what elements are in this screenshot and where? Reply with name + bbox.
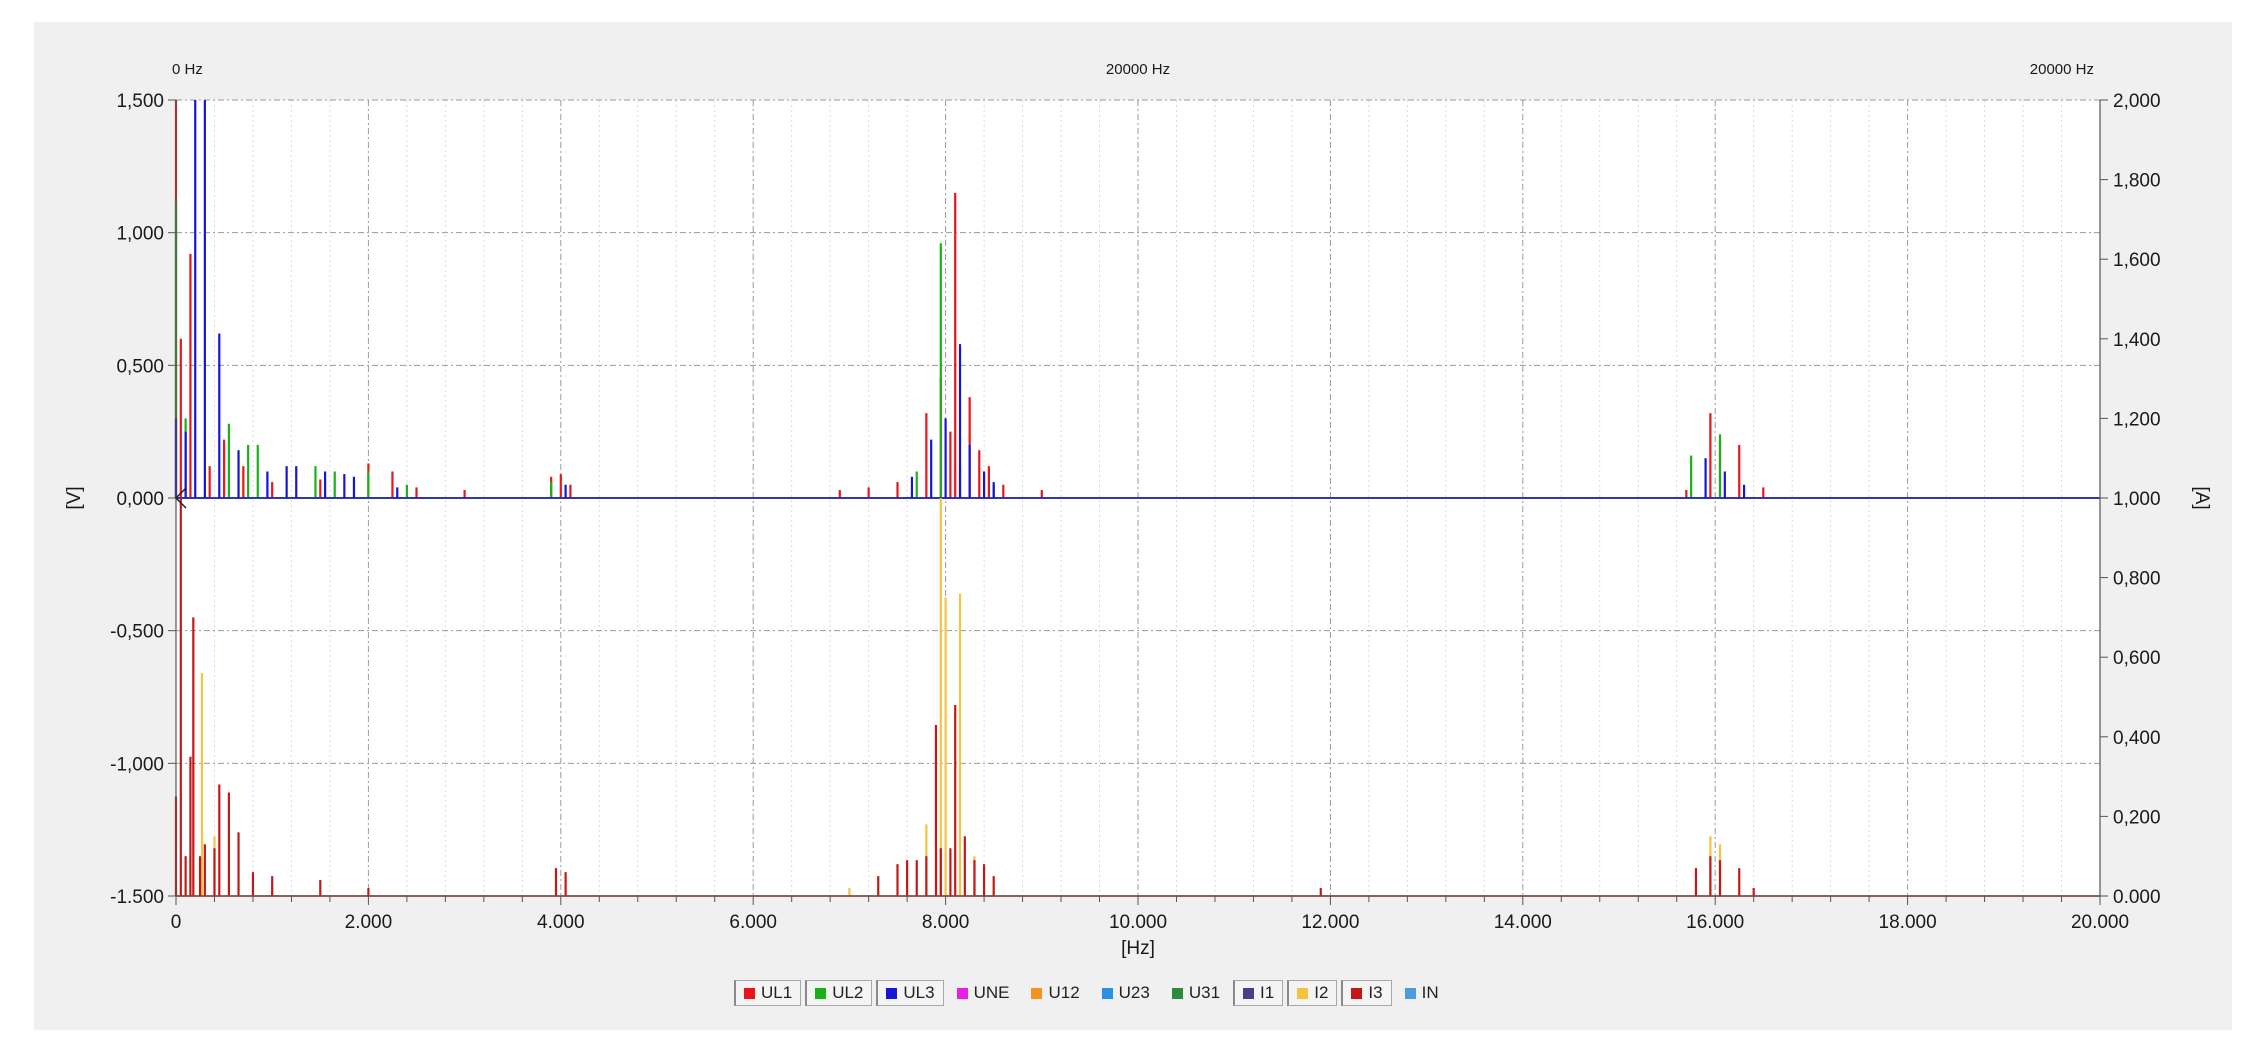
x-axis-title: [Hz]: [1121, 938, 1155, 959]
legend-swatch: [1243, 987, 1255, 999]
legend-label: UL3: [903, 983, 935, 1002]
y-tick-label-right: 2,000: [2113, 91, 2161, 112]
y-axis-title-right: [A]: [2191, 486, 2212, 509]
y-tick-label-left: 1,500: [116, 91, 164, 112]
legend-swatch: [1031, 987, 1043, 999]
x-tick-label: 18.000: [1879, 912, 1937, 933]
legend-swatch: [886, 987, 898, 999]
y-tick-label-left: 1,000: [116, 224, 164, 245]
y-tick-label-right: 1,600: [2113, 250, 2161, 271]
y-tick-label-right: 1,400: [2113, 330, 2161, 351]
legend-item-i3[interactable]: I3: [1341, 980, 1392, 1006]
x-tick-label: 12.000: [1301, 912, 1359, 933]
legend-item-i2[interactable]: I2: [1287, 980, 1338, 1006]
legend-item-in[interactable]: IN: [1396, 980, 1448, 1006]
x-tick-label: 20.000: [2071, 912, 2129, 933]
legend-swatch: [1404, 987, 1416, 999]
legend-label: U23: [1118, 983, 1150, 1002]
x-tick-label: 4.000: [537, 912, 585, 933]
chart-legend: UL1 UL2 UL3 UNE U12 U23 U31 I1 I2 I3 IN: [734, 980, 1448, 1006]
x-tick-label: 8.000: [922, 912, 970, 933]
legend-label: U31: [1188, 983, 1221, 1002]
y-tick-label-right: 1,200: [2113, 409, 2161, 430]
legend-item-ul3[interactable]: UL3: [876, 980, 944, 1006]
y-tick-label-right: 0,200: [2113, 807, 2161, 828]
top-label-center: 20000 Hz: [1106, 61, 1170, 78]
legend-item-u12[interactable]: U12: [1022, 980, 1088, 1006]
y-tick-label-left: -0,500: [110, 622, 164, 643]
y-tick-label-right: 0,600: [2113, 648, 2161, 669]
legend-swatch: [1101, 987, 1113, 999]
y-tick-label-right: 0,400: [2113, 728, 2161, 749]
y-tick-label-left: -1,000: [110, 754, 164, 775]
y-tick-label-right: 1,800: [2113, 171, 2161, 192]
spectrum-chart[interactable]: 0 2.000 4.000 6.000 8.000 10.000 12.000 14.000 1…: [34, 22, 2232, 1030]
y-axis-title-left: [V]: [64, 486, 85, 509]
y-tick-label-left: 0,000: [116, 489, 164, 510]
legend-item-u31[interactable]: U31: [1163, 980, 1229, 1006]
legend-item-ul2[interactable]: UL2: [805, 980, 873, 1006]
top-label-left: 0 Hz: [172, 61, 203, 78]
x-tick-label: 6.000: [729, 912, 777, 933]
legend-label: I2: [1314, 983, 1329, 1002]
legend-label: UL1: [761, 983, 793, 1002]
legend-swatch: [1351, 987, 1363, 999]
y-tick-label-left: 0,500: [116, 356, 164, 377]
x-tick-label: 2.000: [345, 912, 393, 933]
legend-label: U12: [1048, 983, 1080, 1002]
y-tick-label-right: 1,000: [2113, 489, 2161, 510]
x-tick-label: 0: [171, 912, 182, 933]
y-tick-label-right: 0,800: [2113, 569, 2161, 590]
legend-swatch: [1171, 987, 1183, 999]
x-tick-label: 10.000: [1109, 912, 1167, 933]
top-label-right: 20000 Hz: [2030, 61, 2094, 78]
y-tick-label-right: 0.000: [2113, 887, 2161, 908]
legend-label: IN: [1421, 983, 1439, 1002]
spectrum-chart-panel: 0 2.000 4.000 6.000 8.000 10.000 12.000 14.000 1…: [34, 22, 2232, 1030]
legend-item-ul1[interactable]: UL1: [734, 980, 802, 1006]
legend-swatch: [815, 987, 827, 999]
legend-label: UNE: [973, 983, 1010, 1002]
x-tick-label: 14.000: [1494, 912, 1552, 933]
legend-swatch: [1297, 987, 1309, 999]
legend-item-u23[interactable]: U23: [1093, 980, 1159, 1006]
legend-swatch: [956, 987, 968, 999]
legend-item-i1[interactable]: I1: [1233, 980, 1284, 1006]
y-tick-label-left: -1.500: [110, 887, 164, 908]
legend-item-une[interactable]: UNE: [948, 980, 1019, 1006]
legend-label: UL2: [832, 983, 864, 1002]
legend-label: I3: [1368, 983, 1383, 1002]
x-tick-label: 16.000: [1686, 912, 1744, 933]
legend-swatch: [744, 987, 755, 999]
legend-label: I1: [1260, 983, 1275, 1002]
